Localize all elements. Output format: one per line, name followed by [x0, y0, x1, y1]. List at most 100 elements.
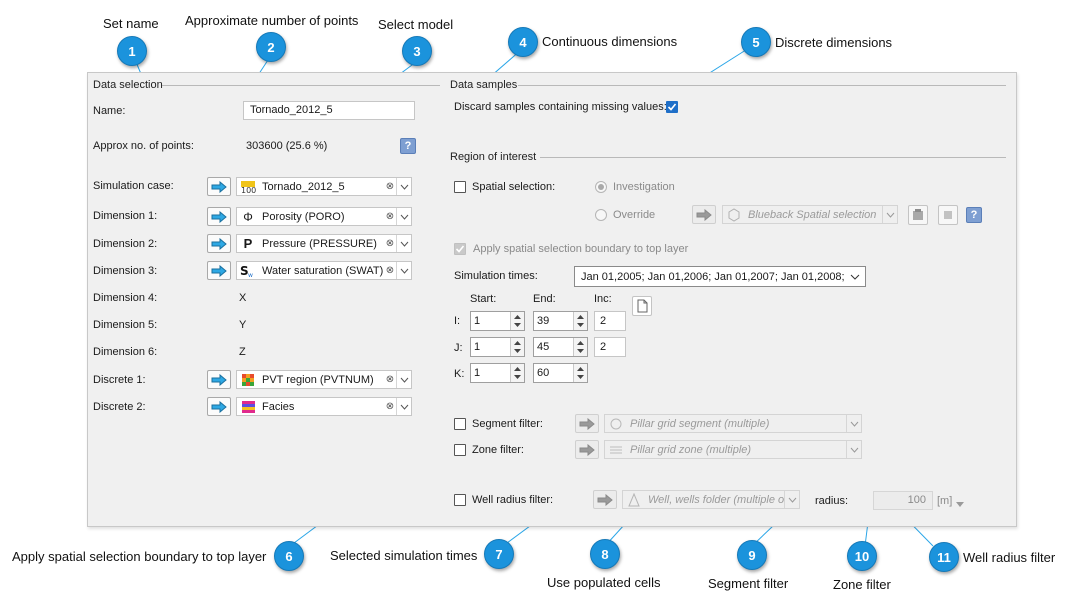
document-icon [637, 299, 648, 313]
discrete-1-combo[interactable]: PVT region (PVTNUM) ⊗ [236, 370, 412, 389]
clear-icon[interactable]: ⊗ [384, 211, 396, 222]
dialog-panel: Data selection Name: Tornado_2012_5 Appr… [87, 72, 1017, 527]
callout-badge-1: 1 [117, 36, 147, 66]
dimension-4-label: Dimension 4: [93, 292, 158, 304]
simulation-times-combo[interactable]: Jan 01,2005; Jan 01,2006; Jan 01,2007; J… [574, 266, 866, 287]
spinner-arrows-icon[interactable] [573, 312, 587, 330]
override-radio[interactable] [595, 209, 607, 221]
arrow-right-icon [579, 417, 595, 430]
i-start-value: 1 [474, 315, 481, 327]
apply-boundary-label: Apply spatial selection boundary to top … [473, 243, 689, 255]
dimension-2-combo[interactable]: P Pressure (PRESSURE) ⊗ [236, 234, 412, 253]
spatial-selection-combo[interactable]: Blueback Spatial selection [722, 205, 898, 224]
i-inc-input[interactable]: 2 [594, 311, 626, 331]
chevron-down-icon[interactable] [784, 491, 799, 508]
chevron-down-icon[interactable] [396, 178, 411, 195]
spatial-selection-checkbox[interactable] [454, 181, 466, 193]
discrete-1-value: PVT region (PVTNUM) [262, 373, 374, 386]
clear-icon[interactable]: ⊗ [384, 265, 396, 276]
zone-filter-combo[interactable]: Pillar grid zone (multiple) [604, 440, 862, 459]
k-start-spinner[interactable]: 1 [470, 363, 525, 383]
name-input[interactable]: Tornado_2012_5 [243, 101, 415, 120]
spinner-arrows-icon[interactable] [573, 364, 587, 382]
name-label: Name: [93, 105, 126, 117]
simulation-case-insert-button[interactable] [207, 177, 231, 196]
segment-insert-button[interactable] [575, 414, 599, 433]
zone-insert-button[interactable] [575, 440, 599, 459]
simulation-case-combo[interactable]: 100 Tornado_2012_5 ⊗ [236, 177, 412, 196]
approx-points-label: Approx no. of points: [93, 140, 194, 152]
discrete-1-insert-button[interactable] [207, 370, 231, 389]
callout-badge-11: 11 [929, 542, 959, 572]
callout-label-discrete: Discrete dimensions [775, 35, 893, 50]
spatial-insert-button[interactable] [692, 205, 716, 224]
well-combo[interactable]: Well, wells folder (multiple or [622, 490, 800, 509]
dimension-1-combo[interactable]: Φ Porosity (PORO) ⊗ [236, 207, 412, 226]
spatial-help-button[interactable]: ? [966, 207, 982, 223]
zone-filter-checkbox[interactable] [454, 444, 466, 456]
dimension-1-insert-button[interactable] [207, 207, 231, 226]
spatial-stop-button[interactable] [938, 205, 958, 225]
discard-missing-checkbox[interactable] [666, 101, 678, 113]
simulation-case-label: Simulation case: [93, 180, 174, 192]
callout-badge-9: 9 [737, 540, 767, 570]
spatial-settings-button[interactable] [908, 205, 928, 225]
callout-label-well-radius: Well radius filter [963, 550, 1056, 565]
approx-help-button[interactable]: ? [400, 138, 416, 154]
clear-icon[interactable]: ⊗ [384, 181, 396, 192]
chevron-down-icon[interactable] [846, 415, 861, 432]
chevron-down-icon[interactable] [396, 398, 411, 415]
well-insert-button[interactable] [593, 490, 617, 509]
radius-input[interactable]: 100 [873, 491, 933, 510]
spinner-arrows-icon[interactable] [510, 364, 524, 382]
apply-boundary-checkbox[interactable] [454, 243, 466, 255]
j-inc-input[interactable]: 2 [594, 337, 626, 357]
segment-filter-checkbox[interactable] [454, 418, 466, 430]
investigation-radio[interactable] [595, 181, 607, 193]
dimension-2-insert-button[interactable] [207, 234, 231, 253]
region-divider [540, 157, 1006, 158]
end-header: End: [533, 293, 556, 305]
spinner-arrows-icon[interactable] [573, 338, 587, 356]
j-start-spinner[interactable]: 1 [470, 337, 525, 357]
spinner-arrows-icon[interactable] [510, 338, 524, 356]
discrete-1-label: Discrete 1: [93, 374, 146, 386]
chevron-down-icon[interactable] [396, 208, 411, 225]
discard-missing-label: Discard samples containing missing value… [454, 101, 667, 113]
chevron-down-icon[interactable] [396, 262, 411, 279]
callout-badge-4: 4 [508, 27, 538, 57]
clear-icon[interactable]: ⊗ [384, 401, 396, 412]
checkmark-icon [667, 103, 677, 111]
simulation-times-label: Simulation times: [454, 270, 538, 282]
radius-unit: [m] [937, 495, 953, 507]
unit-dropdown-icon[interactable] [956, 498, 964, 510]
arrow-right-icon [211, 373, 227, 386]
i-start-spinner[interactable]: 1 [470, 311, 525, 331]
callout-badge-8: 8 [590, 539, 620, 569]
spinner-arrows-icon[interactable] [510, 312, 524, 330]
chevron-down-icon[interactable] [845, 267, 865, 286]
chevron-down-icon[interactable] [882, 206, 897, 223]
cube-icon [726, 207, 742, 222]
new-document-button[interactable] [632, 296, 652, 316]
i-end-spinner[interactable]: 39 [533, 311, 588, 331]
clear-icon[interactable]: ⊗ [384, 238, 396, 249]
chevron-down-icon[interactable] [396, 235, 411, 252]
dimension-6-label: Dimension 6: [93, 346, 158, 358]
svg-text:w: w [248, 272, 253, 278]
dimension-3-insert-button[interactable] [207, 261, 231, 280]
k-end-spinner[interactable]: 60 [533, 363, 588, 383]
well-radius-checkbox[interactable] [454, 494, 466, 506]
region-of-interest-title: Region of interest [450, 151, 537, 163]
chevron-down-icon[interactable] [846, 441, 861, 458]
segment-filter-combo[interactable]: Pillar grid segment (multiple) [604, 414, 862, 433]
discrete-2-combo[interactable]: Facies ⊗ [236, 397, 412, 416]
callout-label-apply-boundary: Apply spatial selection boundary to top … [12, 549, 267, 564]
clear-icon[interactable]: ⊗ [384, 374, 396, 385]
discrete-2-insert-button[interactable] [207, 397, 231, 416]
j-end-spinner[interactable]: 45 [533, 337, 588, 357]
callout-badge-7: 7 [484, 539, 514, 569]
segment-filter-value: Pillar grid segment (multiple) [630, 417, 770, 430]
dimension-3-combo[interactable]: Sw Water saturation (SWAT) ⊗ [236, 261, 412, 280]
chevron-down-icon[interactable] [396, 371, 411, 388]
